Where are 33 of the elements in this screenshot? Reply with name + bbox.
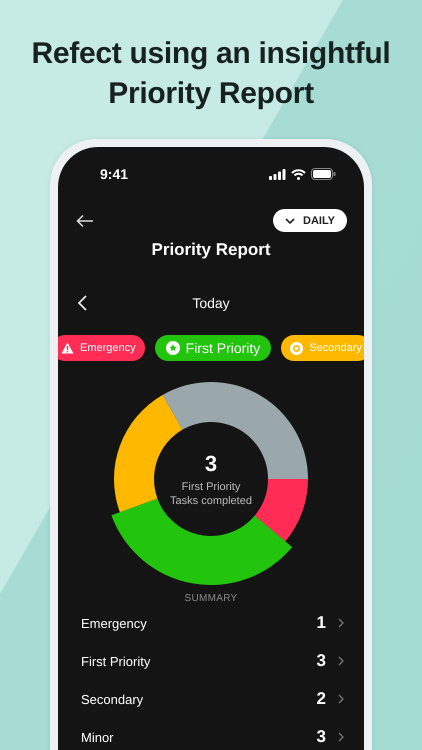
date-label: Today: [192, 295, 230, 311]
completed-count: 3: [204, 450, 218, 476]
chart-caption: First Priority: [182, 480, 240, 494]
chevron-left-icon: [78, 295, 87, 311]
summary-heading: SUMMARY: [183, 593, 239, 604]
warning-icon: [61, 342, 74, 354]
chevron-right-icon: [338, 694, 344, 704]
chart-caption: Tasks completed: [170, 494, 252, 508]
summary-count: 3: [316, 727, 326, 747]
summary-count: 2: [316, 689, 326, 709]
summary-count: 1: [316, 613, 326, 633]
back-button[interactable]: [76, 214, 94, 228]
screen-title: Priority Report: [150, 240, 272, 260]
chevron-right-icon: [338, 618, 344, 628]
headline: Refect using an insightful Priority Report: [30, 36, 392, 112]
summary-label: Emergency: [81, 616, 148, 630]
wifi-icon: [291, 168, 306, 180]
back-arrow-icon: [76, 214, 94, 228]
chevron-right-icon: [338, 656, 344, 666]
chevron-down-icon: [285, 218, 295, 224]
summary-label: Minor: [81, 730, 115, 744]
status-time: 9:41: [100, 166, 128, 182]
period-dropdown[interactable]: DAILY: [273, 209, 347, 232]
signal-icon: [269, 168, 286, 180]
filter-chip[interactable]: First Priority: [154, 335, 272, 361]
summary-count: 3: [316, 651, 326, 671]
summary-label: Secondary: [81, 692, 144, 706]
battery-icon: [311, 168, 336, 180]
filter-chip[interactable]: Emergency: [58, 335, 145, 361]
summary-label: First Priority: [81, 654, 152, 668]
chevron-right-icon: [338, 732, 344, 742]
target-icon: [290, 342, 304, 354]
previous-day-button[interactable]: [78, 295, 87, 311]
